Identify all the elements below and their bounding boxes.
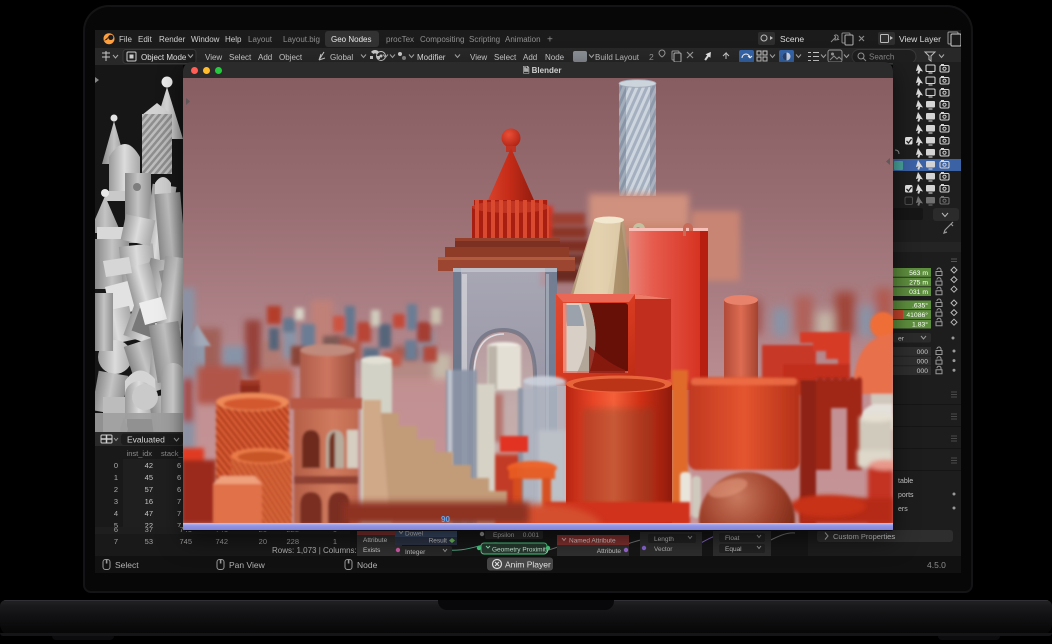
svg-text:Layout.big: Layout.big [283,35,320,44]
svg-text:Rows: 1,073 | Columns: 21: Rows: 1,073 | Columns: 21 [272,546,368,555]
svg-text:57: 57 [145,485,153,494]
svg-text:6: 6 [177,461,181,470]
svg-text:6: 6 [177,473,181,482]
svg-text:37: 37 [145,527,153,534]
svg-text:View: View [470,53,487,62]
svg-text:4: 4 [114,509,118,518]
svg-text:3: 3 [114,497,118,506]
svg-text:Custom Properties: Custom Properties [833,532,895,541]
svg-text:Geo Nodes: Geo Nodes [331,35,371,44]
svg-text:16: 16 [145,497,153,506]
svg-text:Search: Search [869,53,894,62]
svg-text:42: 42 [145,461,153,470]
svg-text:000: 000 [917,368,929,375]
svg-text:742: 742 [215,537,228,546]
svg-text:Float: Float [725,535,740,542]
svg-text:7: 7 [114,537,118,546]
svg-text:031 m: 031 m [909,289,928,296]
svg-text:.635°: .635° [912,302,928,310]
svg-text:Anim Player: Anim Player [505,560,551,570]
svg-text:2: 2 [649,52,654,62]
svg-text:Result: Result [429,538,448,545]
svg-text:2: 2 [114,485,118,494]
svg-text:Node: Node [357,560,378,570]
svg-text:Layout: Layout [248,35,273,44]
svg-text:Select: Select [494,53,517,62]
svg-text:1.83°: 1.83° [912,321,928,329]
svg-text:Node: Node [545,53,565,62]
svg-text:7: 7 [177,497,181,506]
svg-text:Object Mode: Object Mode [141,53,187,62]
svg-text:745: 745 [179,537,192,546]
svg-text:Help: Help [225,35,242,44]
svg-text:Select: Select [115,560,139,570]
svg-text:Attribute: Attribute [597,548,622,555]
svg-text:inst_idx: inst_idx [127,449,153,458]
svg-text:Exists: Exists [363,547,381,554]
svg-text:Add: Add [523,53,537,62]
svg-text:53: 53 [145,537,153,546]
svg-text:4.5.0: 4.5.0 [927,560,946,570]
svg-text:Pan View: Pan View [229,560,266,570]
svg-text:Epsilon: Epsilon [493,532,515,539]
svg-text:stack_t: stack_t [161,449,183,458]
svg-text:Edit: Edit [138,35,153,44]
svg-text:Evaluated: Evaluated [127,435,165,445]
svg-text:View: View [205,53,222,62]
svg-text:563 m: 563 m [909,270,928,277]
svg-text:228: 228 [286,537,299,546]
svg-text:41086°: 41086° [906,311,928,319]
svg-text:0: 0 [114,461,118,470]
svg-text:Named Attribute: Named Attribute [569,538,616,545]
svg-text:View Layer: View Layer [899,34,941,44]
svg-text:Scripting: Scripting [469,35,500,44]
svg-text:000: 000 [917,359,929,366]
svg-text:Dowel: Dowel [405,531,424,538]
svg-text:Render: Render [159,35,186,44]
svg-text:Object: Object [279,53,303,62]
svg-text:Add: Add [258,53,272,62]
svg-text:1: 1 [114,473,118,482]
svg-text:275 m: 275 m [909,280,928,287]
svg-text:ers: ers [898,506,908,513]
svg-text:47: 47 [145,509,153,518]
svg-text:Scene: Scene [780,34,804,44]
svg-text:Equal: Equal [725,546,742,553]
svg-text:ports: ports [898,492,914,499]
svg-text:6: 6 [177,485,181,494]
svg-text:Build Layout: Build Layout [595,53,640,62]
svg-text:000: 000 [917,349,929,356]
svg-text:Geometry Proximity: Geometry Proximity [492,547,550,554]
svg-text:table: table [898,478,913,485]
svg-text:Vector: Vector [654,546,673,553]
svg-text:0.001: 0.001 [523,532,540,539]
svg-text:Global: Global [330,53,353,62]
svg-text:procTex: procTex [386,35,414,44]
svg-text:er: er [898,336,905,343]
svg-text:Select: Select [229,53,252,62]
svg-text:7: 7 [177,509,181,518]
svg-text:Window: Window [191,35,220,44]
svg-text:Length: Length [654,536,674,543]
svg-text:Animation: Animation [505,35,541,44]
svg-text:1: 1 [333,537,337,546]
svg-text:File: File [119,35,132,44]
svg-text:+: + [547,35,553,46]
svg-text:6: 6 [114,527,118,534]
svg-text:45: 45 [145,473,153,482]
svg-text:Modifier: Modifier [417,53,446,62]
svg-text:Attribute: Attribute [363,537,388,544]
svg-text:Compositing: Compositing [420,35,464,44]
svg-text:Integer: Integer [405,549,426,556]
svg-text:20: 20 [259,537,267,546]
